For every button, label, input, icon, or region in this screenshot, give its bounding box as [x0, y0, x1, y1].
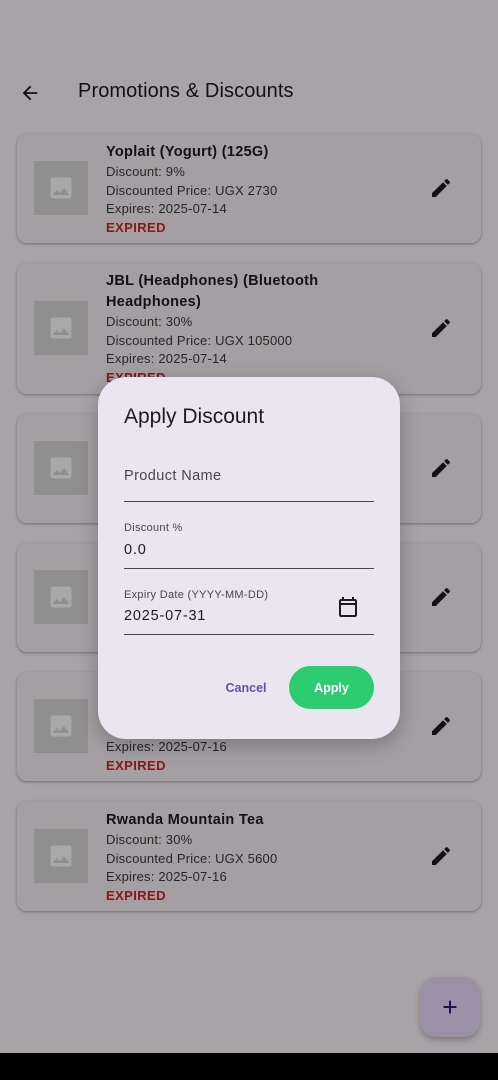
discount-label: Discount % [124, 522, 183, 534]
discount-value: 0.0 [124, 542, 147, 558]
cancel-button[interactable]: Cancel [216, 668, 276, 708]
system-navigation-bar [0, 1053, 498, 1080]
calendar-icon [339, 597, 357, 617]
calendar-button[interactable] [334, 593, 362, 621]
discount-field[interactable]: Discount % 0.0 [124, 522, 374, 569]
expiry-date-value: 2025-07-31 [124, 608, 207, 624]
apply-discount-dialog: Apply Discount Product Name Discount % 0… [98, 377, 400, 739]
expiry-date-field[interactable]: Expiry Date (YYYY-MM-DD) 2025-07-31 [124, 589, 374, 635]
product-name-field[interactable]: Product Name [124, 459, 374, 502]
product-name-label: Product Name [124, 468, 222, 484]
expiry-date-label: Expiry Date (YYYY-MM-DD) [124, 589, 269, 601]
dialog-title: Apply Discount [124, 405, 265, 428]
apply-button[interactable]: Apply [289, 666, 374, 709]
